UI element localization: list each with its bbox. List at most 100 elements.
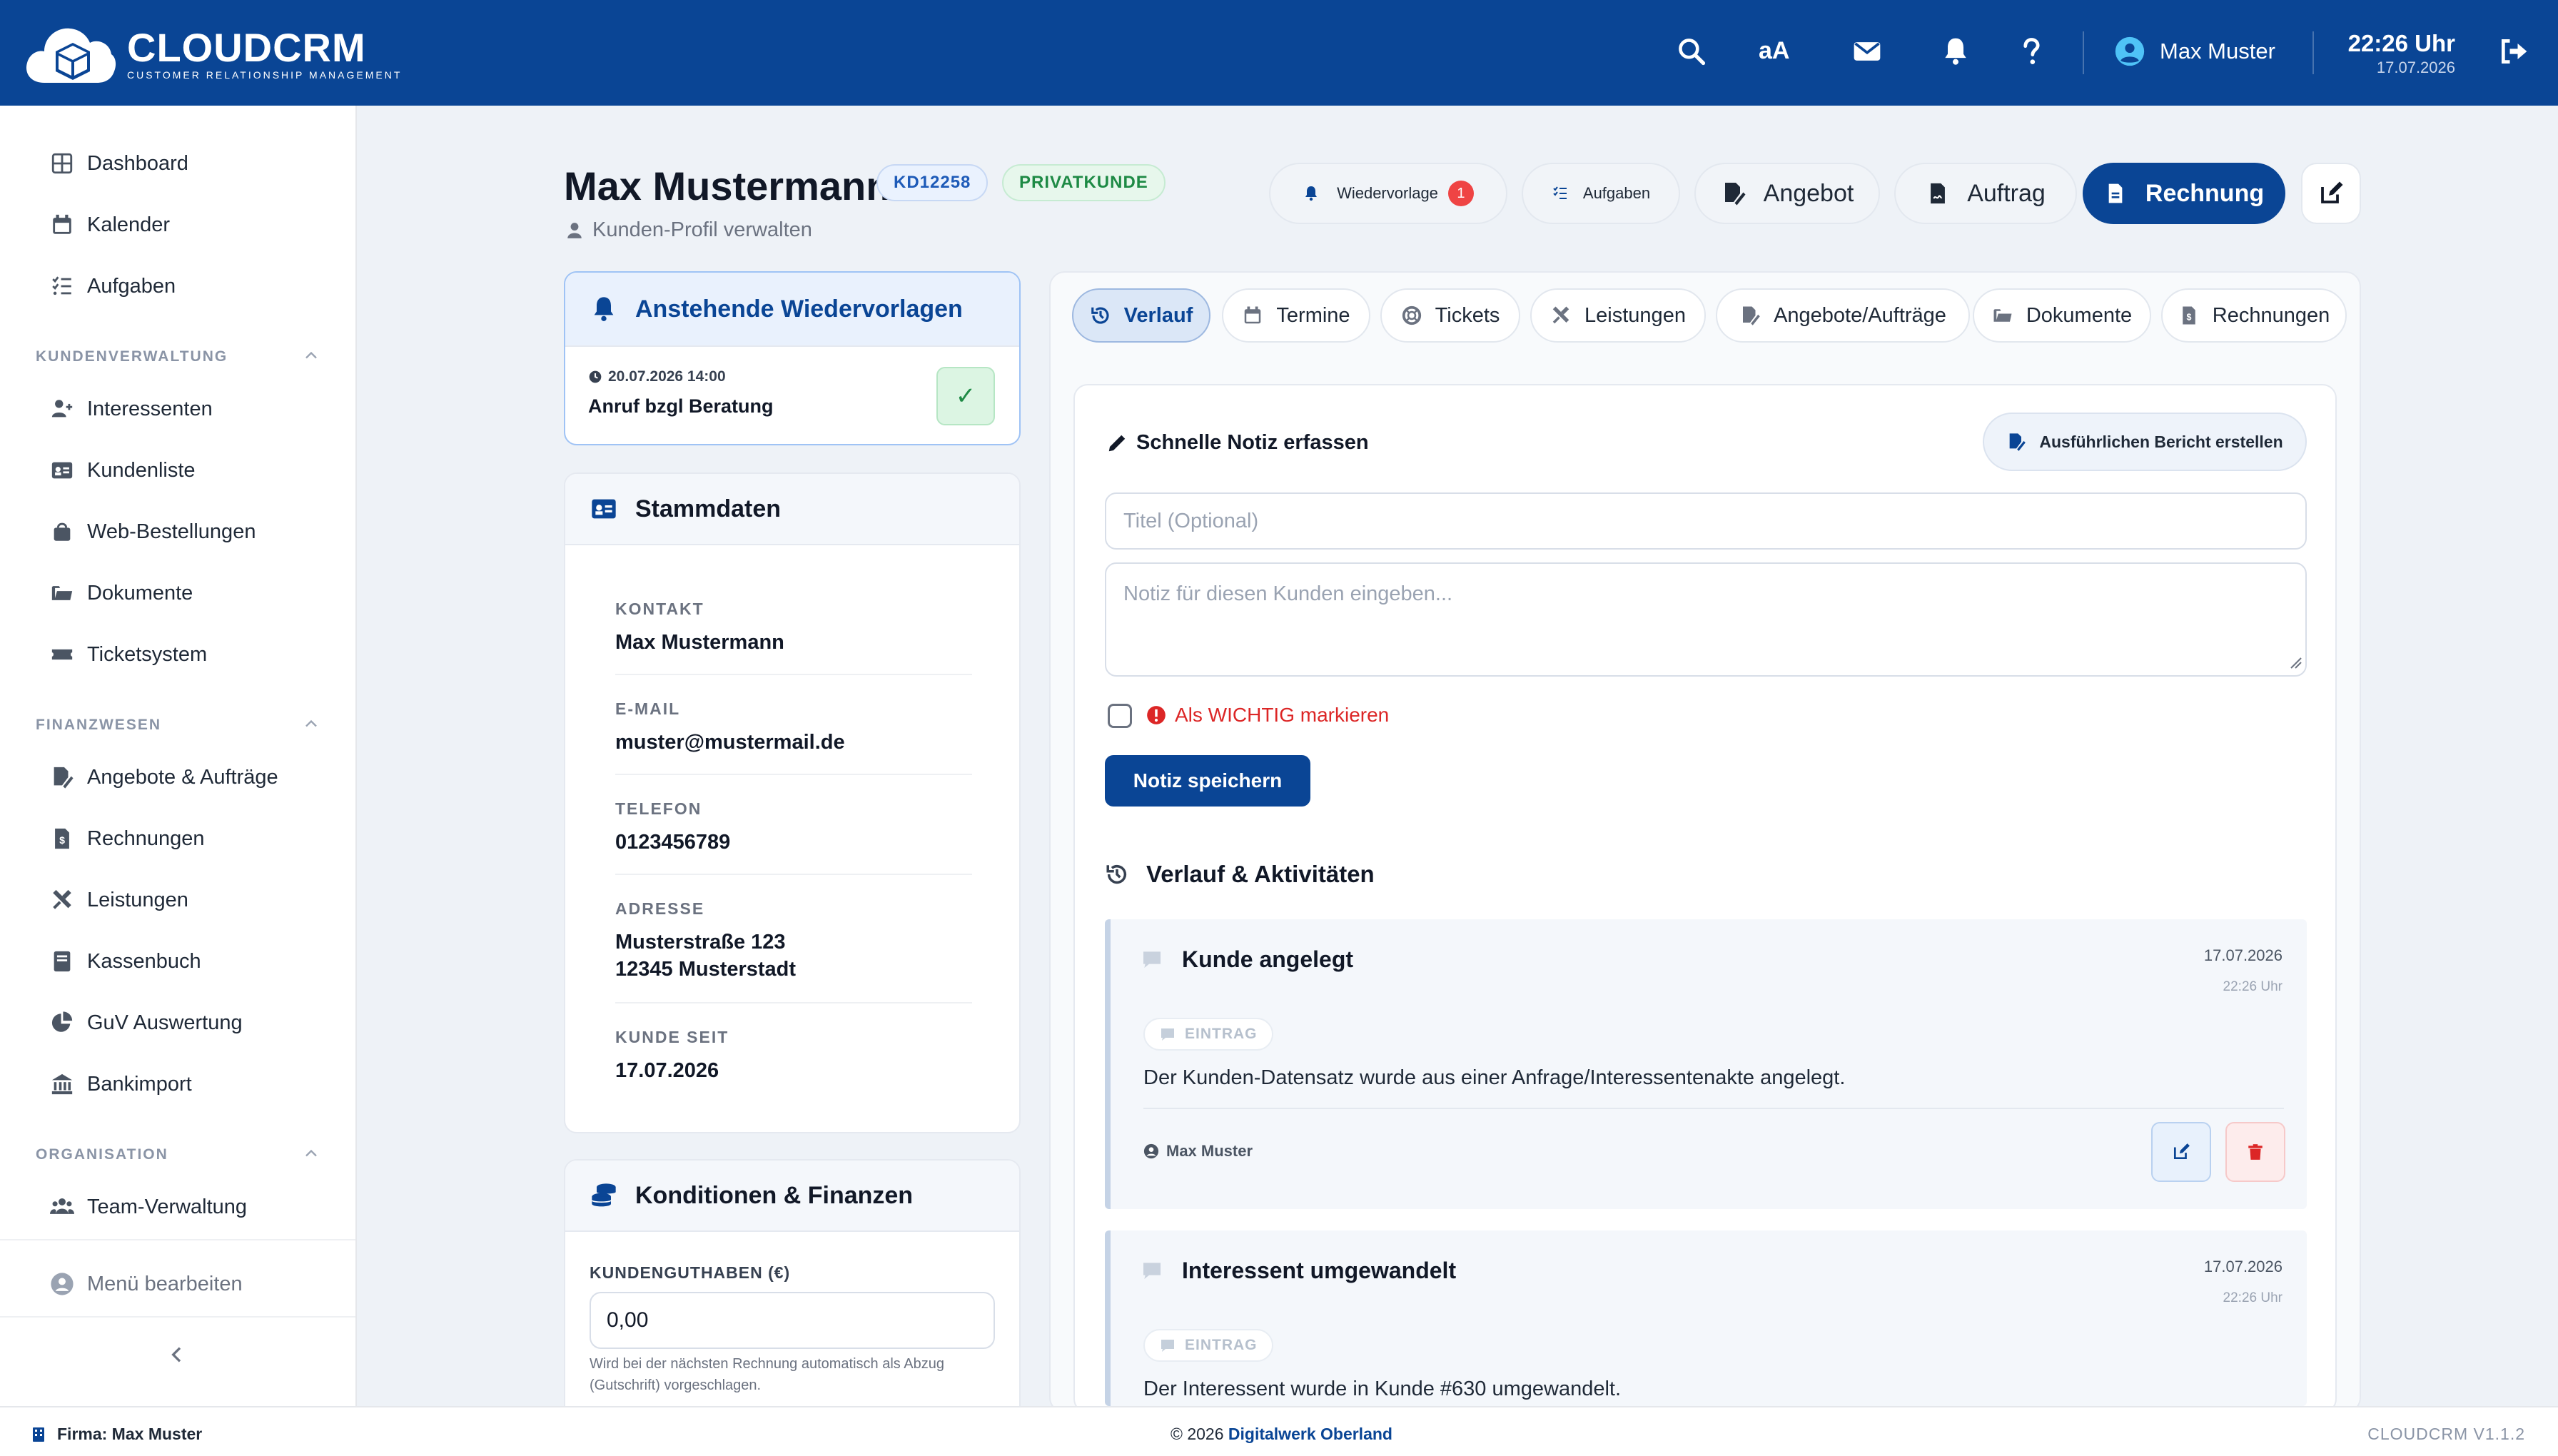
svg-text:$: $ (2186, 312, 2191, 322)
sidebar-item-interessenten[interactable]: Interessenten (50, 397, 213, 421)
divider (615, 774, 972, 775)
reminder-datetime-text: 20.07.2026 14:00 (608, 368, 726, 385)
note-title-input[interactable]: Titel (Optional) (1105, 492, 2307, 550)
sidebar-item-rechnungen[interactable]: $ Rechnungen (50, 826, 204, 851)
important-checkbox[interactable] (1108, 704, 1132, 728)
tab-angebote-auftraege[interactable]: Angebote/Aufträge (1716, 288, 1970, 343)
entry-title: Kunde angelegt (1182, 946, 1354, 972)
app-logo[interactable]: CLOUDCRM CUSTOMER RELATIONSHIP MANAGEMEN… (23, 20, 402, 89)
sidebar-item-kassenbuch[interactable]: Kassenbuch (50, 949, 201, 974)
report-button[interactable]: Ausführlichen Bericht erstellen (1983, 413, 2307, 471)
tab-label: Tickets (1435, 303, 1500, 327)
sidebar-item-angebote-auftraege[interactable]: Angebote & Aufträge (50, 765, 278, 789)
entry-tag: EINTRAG (1143, 1329, 1273, 1362)
angebot-button[interactable]: Angebot (1694, 163, 1880, 224)
sidebar-item-aufgaben[interactable]: Aufgaben (50, 274, 176, 298)
sidebar-item-guv-auswertung[interactable]: GuV Auswertung (50, 1011, 243, 1035)
tab-rechnungen[interactable]: $ Rechnungen (2161, 288, 2347, 343)
section-title: ORGANISATION (36, 1146, 168, 1163)
page-title: Max Mustermann (564, 163, 891, 208)
wiedervorlage-button[interactable]: Wiedervorlage 1 (1269, 163, 1507, 224)
reminder-text: Anruf bzgl Beratung (588, 395, 774, 417)
mail-icon[interactable] (1851, 36, 1883, 67)
user-plus-icon (50, 397, 74, 421)
field-label: KONTAKT (615, 600, 704, 618)
tab-termine[interactable]: Termine (1222, 288, 1370, 343)
user-menu[interactable]: Max Muster (2114, 36, 2275, 67)
chevron-up-icon (301, 345, 321, 365)
stammdaten-header: Stammdaten (565, 474, 1019, 545)
note-body-input[interactable]: Notiz für diesen Kunden eingeben... (1105, 562, 2307, 677)
footer-copyright: © 2026 Digitalwerk Oberland (1171, 1425, 1392, 1444)
sidebar-item-label: Angebote & Aufträge (87, 765, 278, 789)
section-organisation[interactable]: ORGANISATION (36, 1146, 321, 1163)
help-icon[interactable] (2016, 36, 2047, 67)
cloud-logo-icon (23, 20, 117, 89)
tab-label: Verlauf (1123, 303, 1193, 327)
bell-icon (590, 295, 618, 323)
section-title: KUNDENVERWALTUNG (36, 348, 228, 365)
sidebar-item-label: Leistungen (87, 888, 188, 911)
clock-time: 22:26 Uhr (2347, 30, 2455, 56)
resize-handle-icon[interactable] (2288, 655, 2302, 669)
wiedervorlage-count-badge: 1 (1447, 181, 1474, 206)
sidebar-item-label: Team-Verwaltung (87, 1195, 248, 1218)
sidebar-item-leistungen[interactable]: Leistungen (50, 888, 188, 912)
section-kundenverwaltung[interactable]: KUNDENVERWALTUNG (36, 348, 321, 365)
edit-menu-button[interactable]: Menü bearbeiten (50, 1272, 243, 1296)
page-subtitle: Kunden-Profil verwalten (565, 218, 812, 242)
bag-icon (50, 520, 74, 544)
bell-icon[interactable] (1940, 36, 1971, 67)
divider (0, 1239, 355, 1240)
aufgaben-button[interactable]: Aufgaben (1522, 163, 1680, 224)
field-label: KUNDE SEIT (615, 1028, 729, 1046)
entry-time: 22:26 Uhr (2223, 979, 2283, 994)
auftrag-button[interactable]: Auftrag (1894, 163, 2077, 224)
sidebar-item-bankimport[interactable]: Bankimport (50, 1072, 192, 1096)
chevron-left-icon[interactable] (166, 1342, 188, 1367)
tasks-icon (1552, 185, 1569, 202)
clock-icon (588, 370, 602, 384)
guthaben-input[interactable]: 0,00 (590, 1292, 995, 1349)
divider (615, 674, 972, 675)
tab-leistungen[interactable]: Leistungen (1530, 288, 1706, 343)
sidebar-item-kalender[interactable]: Kalender (50, 213, 170, 237)
tab-tickets[interactable]: Tickets (1380, 288, 1520, 343)
calendar-icon (50, 213, 74, 237)
field-value: Max Mustermann (615, 631, 784, 654)
section-finanzwesen[interactable]: FINANZWESEN (36, 717, 321, 734)
tab-verlauf[interactable]: Verlauf (1072, 288, 1210, 343)
comment-icon (1159, 1337, 1176, 1354)
logout-icon[interactable] (2498, 36, 2529, 67)
chevron-up-icon (301, 1143, 321, 1163)
file-signature-icon (1739, 305, 1761, 326)
sidebar-item-label: GuV Auswertung (87, 1011, 243, 1034)
sidebar-item-dashboard[interactable]: Dashboard (50, 151, 188, 176)
sidebar-item-label: Bankimport (87, 1072, 192, 1096)
sidebar-item-kundenliste[interactable]: Kundenliste (50, 458, 196, 482)
font-size-toggle[interactable]: aA (1759, 37, 1789, 65)
edit-entry-button[interactable] (2151, 1122, 2211, 1182)
tab-label: Termine (1276, 303, 1350, 327)
delete-entry-button[interactable] (2225, 1122, 2285, 1182)
copyright-link[interactable]: Digitalwerk Oberland (1228, 1425, 1392, 1443)
rechnung-button[interactable]: Rechnung (2083, 163, 2285, 224)
edit-icon (2318, 181, 2344, 206)
sidebar-item-ticketsystem[interactable]: Ticketsystem (50, 642, 207, 667)
tab-dokumente[interactable]: Dokumente (1973, 288, 2151, 343)
calendar-icon (1242, 305, 1263, 326)
sidebar-item-label: Dokumente (87, 581, 193, 605)
invoice-icon (2104, 181, 2127, 206)
entry-tag-label: EINTRAG (1185, 1337, 1258, 1353)
reminder-done-button[interactable]: ✓ (936, 367, 995, 425)
reminders-title: Anstehende Wiedervorlagen (635, 295, 963, 323)
search-icon[interactable] (1676, 36, 1707, 67)
important-label[interactable]: Als WICHTIG markieren (1146, 704, 1389, 727)
sidebar-item-team-verwaltung[interactable]: Team-Verwaltung (50, 1195, 247, 1219)
edit-customer-button[interactable] (2301, 163, 2361, 224)
save-note-button[interactable]: Notiz speichern (1105, 755, 1310, 807)
comment-icon (1159, 1026, 1176, 1043)
building-icon (31, 1427, 46, 1442)
sidebar-item-web-bestellungen[interactable]: Web-Bestellungen (50, 520, 256, 544)
sidebar-item-dokumente[interactable]: Dokumente (50, 581, 193, 605)
